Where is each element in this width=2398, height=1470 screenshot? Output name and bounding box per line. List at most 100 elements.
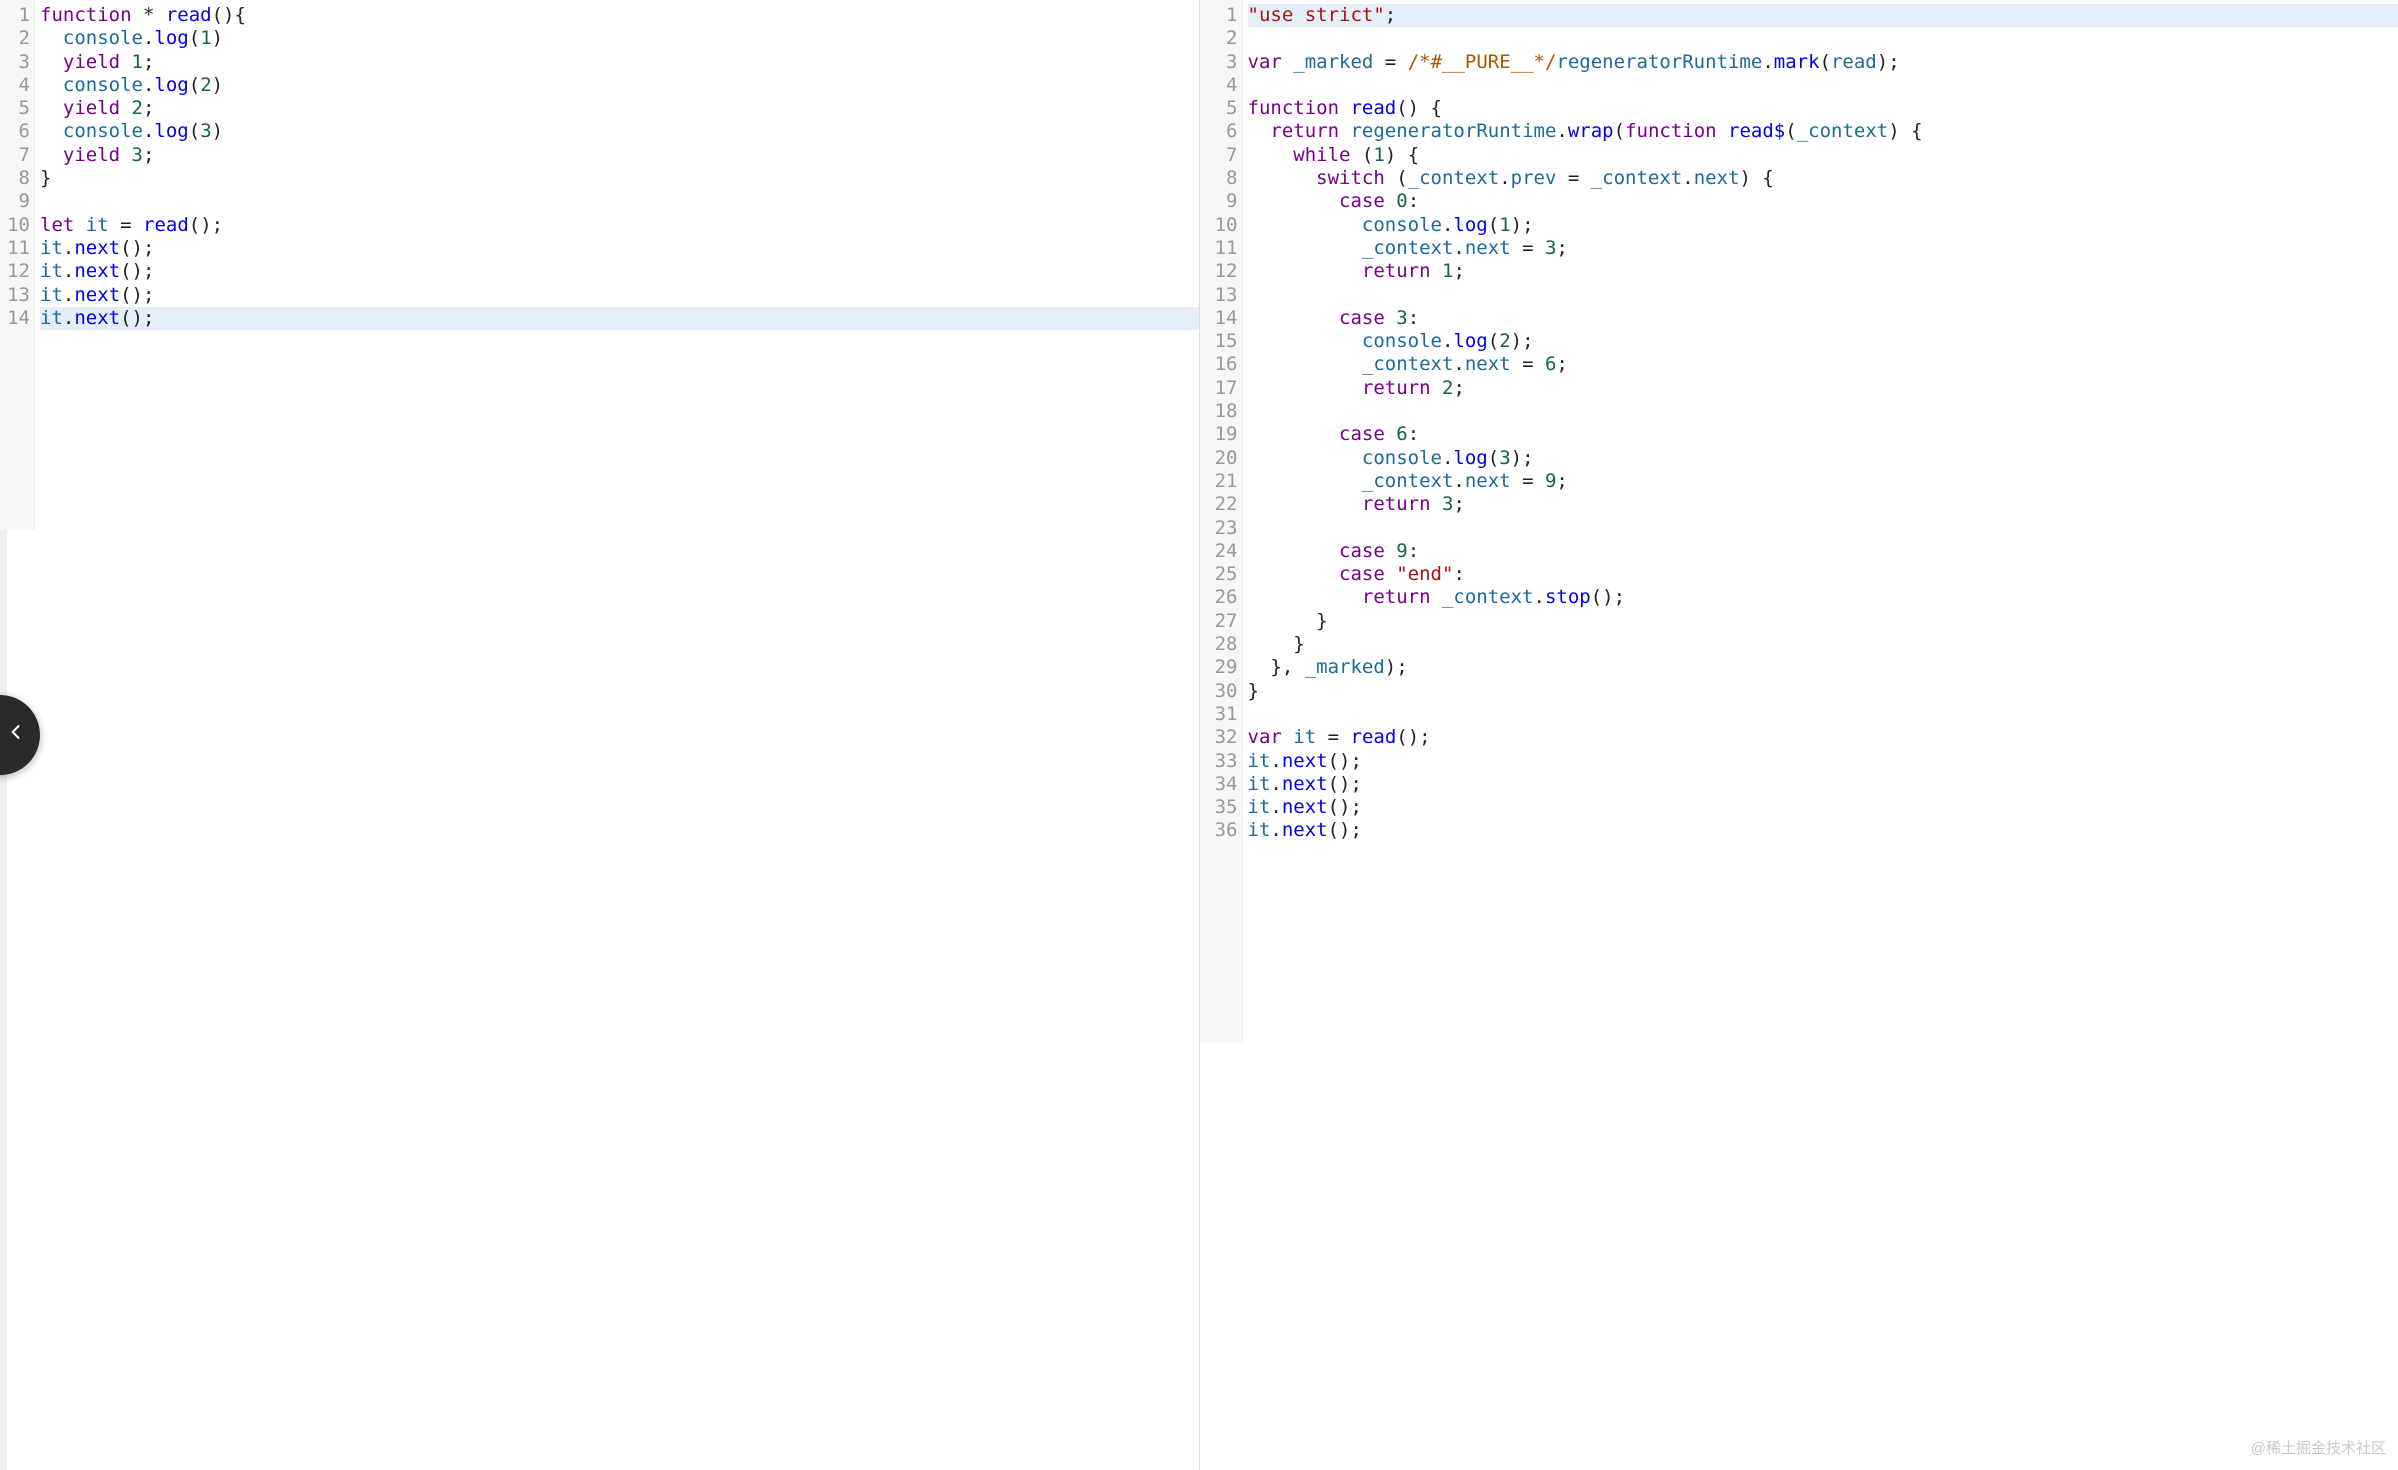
left-editor-panel[interactable]: 1234567891011121314 function * read(){ c…	[0, 0, 1199, 1470]
line-number: 13	[1202, 284, 1238, 307]
code-line[interactable]: it.next();	[40, 260, 1199, 283]
line-number: 4	[2, 74, 30, 97]
line-number: 10	[2, 214, 30, 237]
code-line[interactable]: _context.next = 9;	[1248, 470, 2398, 493]
code-line[interactable]: case 3:	[1248, 307, 2398, 330]
line-number: 36	[1202, 819, 1238, 842]
line-number: 19	[1202, 423, 1238, 446]
line-number-gutter: 1234567891011121314151617181920212223242…	[1200, 0, 1243, 1043]
compiled-code-area[interactable]: "use strict"; var _marked = /*#__PURE__*…	[1243, 0, 2398, 1043]
line-number: 4	[1202, 74, 1238, 97]
code-line[interactable]	[1248, 517, 2398, 540]
line-number: 17	[1202, 377, 1238, 400]
line-number: 1	[1202, 4, 1238, 27]
code-line[interactable]: yield 3;	[40, 144, 1199, 167]
code-line[interactable]: it.next();	[40, 237, 1199, 260]
code-line[interactable]: }	[1248, 610, 2398, 633]
line-number: 14	[1202, 307, 1238, 330]
line-number: 8	[2, 167, 30, 190]
code-line[interactable]: _context.next = 3;	[1248, 237, 2398, 260]
line-number: 6	[2, 120, 30, 143]
line-number: 33	[1202, 750, 1238, 773]
line-number: 34	[1202, 773, 1238, 796]
code-line[interactable]: function * read(){	[40, 4, 1199, 27]
line-number: 11	[2, 237, 30, 260]
code-line[interactable]	[1248, 74, 2398, 97]
code-line[interactable]: it.next();	[1248, 819, 2398, 842]
code-line[interactable]: _context.next = 6;	[1248, 353, 2398, 376]
line-number: 12	[2, 260, 30, 283]
line-number: 24	[1202, 540, 1238, 563]
line-number: 7	[1202, 144, 1238, 167]
line-number: 16	[1202, 353, 1238, 376]
code-line[interactable]	[1248, 27, 2398, 50]
code-line[interactable]: console.log(3);	[1248, 447, 2398, 470]
line-number: 1	[2, 4, 30, 27]
watermark-label: @稀土掘金技术社区	[2251, 1437, 2386, 1460]
line-number: 20	[1202, 447, 1238, 470]
code-line[interactable]: yield 2;	[40, 97, 1199, 120]
code-line[interactable]: console.log(1)	[40, 27, 1199, 50]
code-line[interactable]: }, _marked);	[1248, 656, 2398, 679]
code-line[interactable]: case "end":	[1248, 563, 2398, 586]
code-line[interactable]: console.log(2);	[1248, 330, 2398, 353]
source-code-area[interactable]: function * read(){ console.log(1) yield …	[35, 0, 1199, 530]
code-line[interactable]: it.next();	[40, 307, 1199, 330]
code-line[interactable]: console.log(2)	[40, 74, 1199, 97]
line-number: 22	[1202, 493, 1238, 516]
code-line[interactable]: "use strict";	[1248, 4, 2398, 27]
code-line[interactable]: case 9:	[1248, 540, 2398, 563]
code-line[interactable]: }	[1248, 633, 2398, 656]
code-line[interactable]: case 0:	[1248, 190, 2398, 213]
line-number: 8	[1202, 167, 1238, 190]
line-number: 18	[1202, 400, 1238, 423]
line-number: 11	[1202, 237, 1238, 260]
code-line[interactable]: var it = read();	[1248, 726, 2398, 749]
line-number: 9	[1202, 190, 1238, 213]
line-number: 27	[1202, 610, 1238, 633]
code-line[interactable]: }	[1248, 680, 2398, 703]
editor-split-view: 1234567891011121314 function * read(){ c…	[0, 0, 2398, 1470]
line-number: 31	[1202, 703, 1238, 726]
code-line[interactable]: case 6:	[1248, 423, 2398, 446]
code-line[interactable]: var _marked = /*#__PURE__*/regeneratorRu…	[1248, 51, 2398, 74]
code-line[interactable]	[1248, 284, 2398, 307]
line-number: 3	[2, 51, 30, 74]
code-line[interactable]: return 3;	[1248, 493, 2398, 516]
line-number: 13	[2, 284, 30, 307]
code-line[interactable]: switch (_context.prev = _context.next) {	[1248, 167, 2398, 190]
line-number: 30	[1202, 680, 1238, 703]
line-number: 2	[1202, 27, 1238, 50]
code-line[interactable]: return 1;	[1248, 260, 2398, 283]
code-line[interactable]: it.next();	[1248, 750, 2398, 773]
line-number: 14	[2, 307, 30, 330]
right-editor-panel[interactable]: 1234567891011121314151617181920212223242…	[1199, 0, 2398, 1470]
code-line[interactable]	[1248, 703, 2398, 726]
line-number: 15	[1202, 330, 1238, 353]
line-number: 5	[2, 97, 30, 120]
code-line[interactable]	[40, 190, 1199, 213]
code-line[interactable]: yield 1;	[40, 51, 1199, 74]
code-line[interactable]: while (1) {	[1248, 144, 2398, 167]
code-line[interactable]: return regeneratorRuntime.wrap(function …	[1248, 120, 2398, 143]
line-number: 3	[1202, 51, 1238, 74]
code-line[interactable]: it.next();	[40, 284, 1199, 307]
code-line[interactable]: return _context.stop();	[1248, 586, 2398, 609]
code-line[interactable]: return 2;	[1248, 377, 2398, 400]
line-number: 35	[1202, 796, 1238, 819]
line-number: 23	[1202, 517, 1238, 540]
line-number: 25	[1202, 563, 1238, 586]
code-line[interactable]: it.next();	[1248, 796, 2398, 819]
line-number: 6	[1202, 120, 1238, 143]
code-line[interactable]: let it = read();	[40, 214, 1199, 237]
line-number: 5	[1202, 97, 1238, 120]
line-number: 2	[2, 27, 30, 50]
code-line[interactable]: console.log(3)	[40, 120, 1199, 143]
code-line[interactable]	[1248, 400, 2398, 423]
code-line[interactable]: console.log(1);	[1248, 214, 2398, 237]
line-number: 10	[1202, 214, 1238, 237]
line-number: 12	[1202, 260, 1238, 283]
code-line[interactable]: }	[40, 167, 1199, 190]
code-line[interactable]: function read() {	[1248, 97, 2398, 120]
code-line[interactable]: it.next();	[1248, 773, 2398, 796]
